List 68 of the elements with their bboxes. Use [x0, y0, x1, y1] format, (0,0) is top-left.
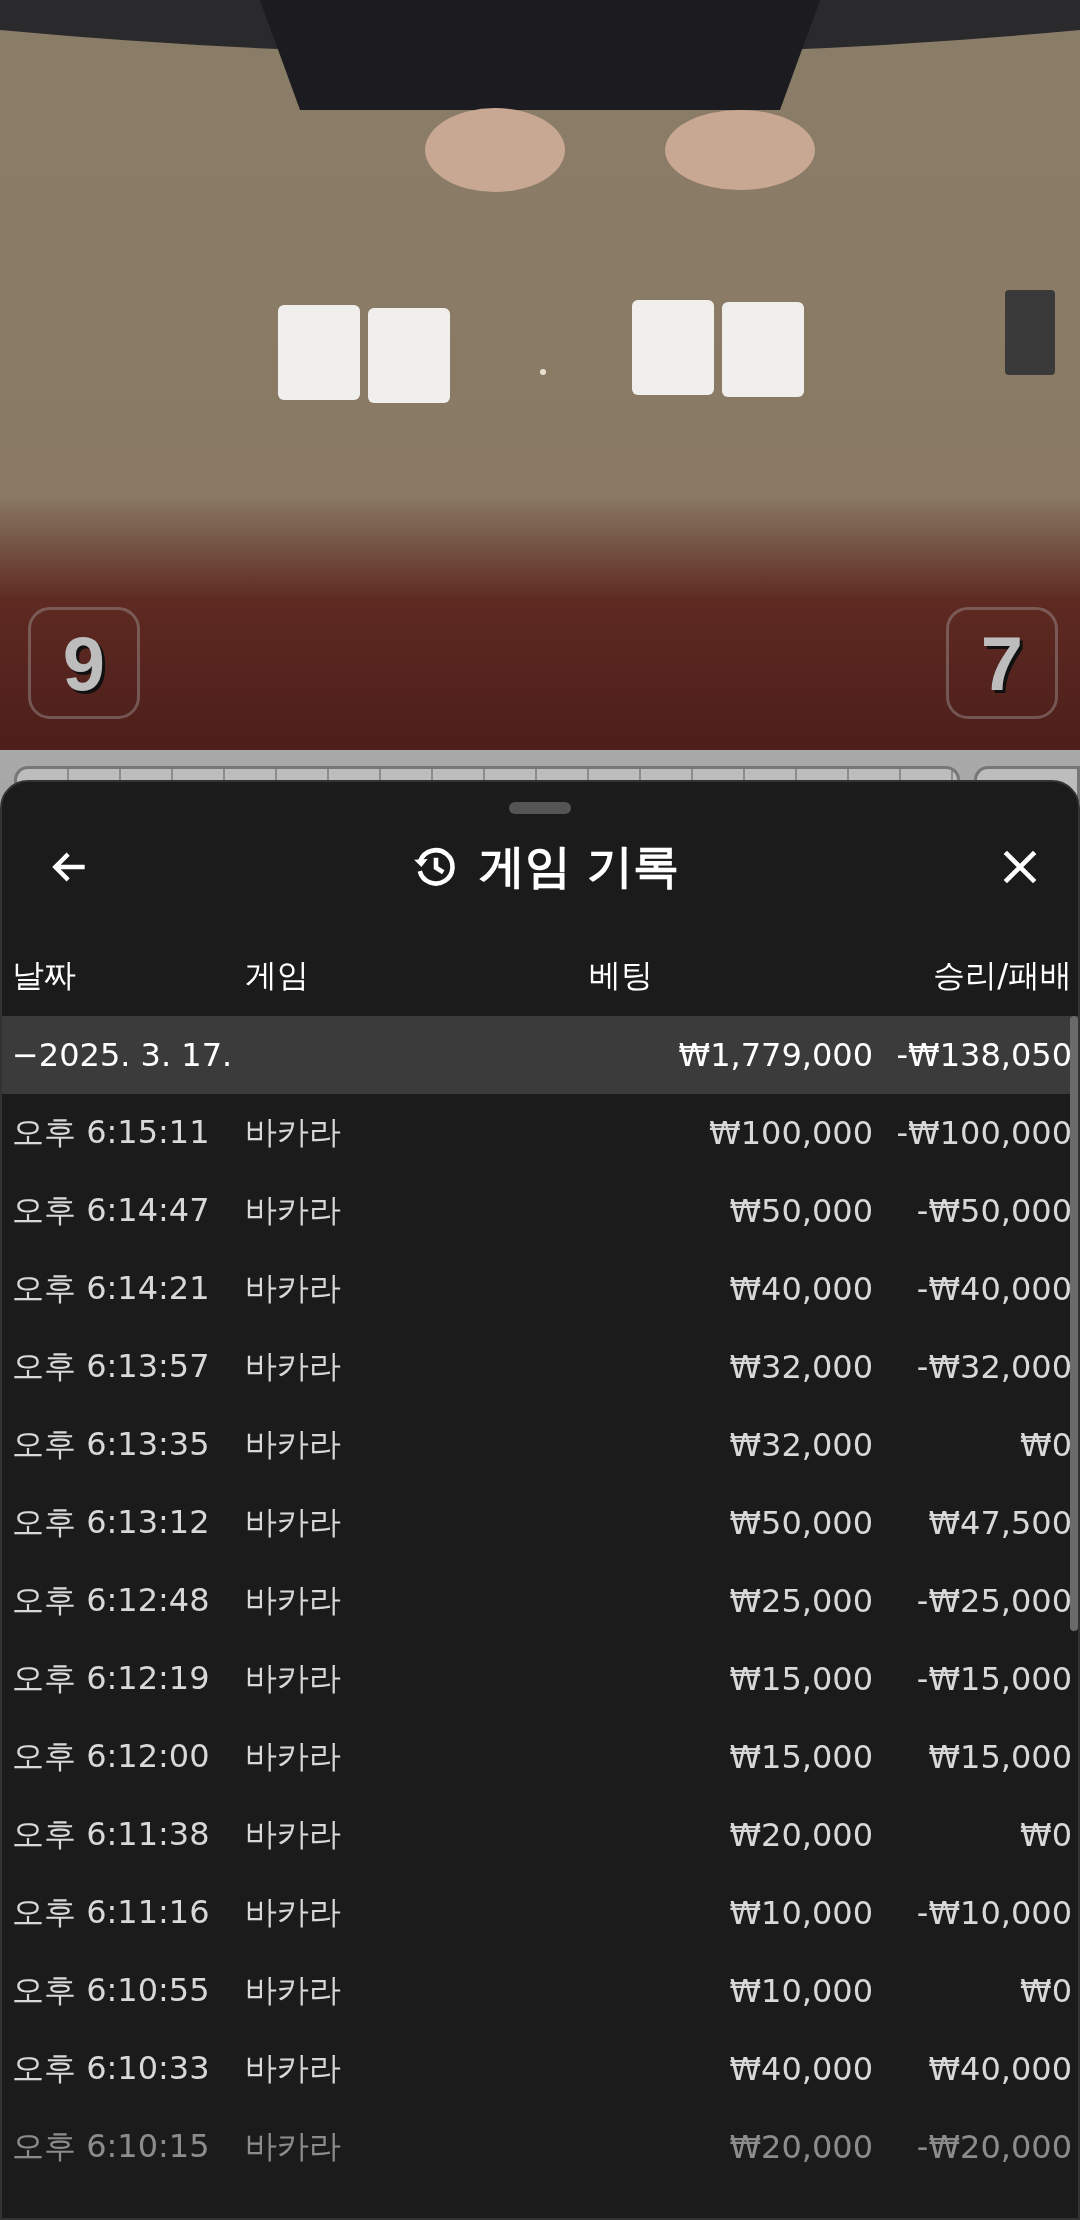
table-cell-text: ₩0 [1019, 1972, 1072, 2010]
table-cell-text: ₩40,000 [927, 2050, 1072, 2088]
table-cell-text: ₩50,000 [728, 1192, 873, 1230]
table-cell-text: 오후 6:11:16 [12, 1892, 211, 1933]
table-cell-text: 오후 6:10:33 [12, 2048, 211, 2089]
table-cell-text: ₩15,000 [728, 1660, 873, 1698]
table-cell-text: 오후 6:12:48 [12, 1580, 211, 1621]
table-cell-text: ₩25,000 [728, 1582, 873, 1620]
table-cell-text: 오후 6:11:38 [12, 1814, 211, 1855]
table-cell-text: 바카라 [245, 2126, 342, 2167]
table-cell-text: ₩1,779,000 [677, 1036, 873, 1074]
table-cell-text: ₩32,000 [728, 1426, 873, 1464]
table-cell-text: 바카라 [245, 1112, 342, 1153]
table-cell-text: ₩40,000 [728, 1270, 873, 1308]
table-cell-text: ₩15,000 [728, 1738, 873, 1776]
table-cell-text: 오후 6:10:55 [12, 1970, 211, 2011]
table-cell-text: ₩100,000 [708, 1114, 873, 1152]
table-cell-text: 바카라 [245, 1970, 342, 2011]
table-cell-text: ₩32,000 [728, 1348, 873, 1386]
column-header: 날짜 [12, 955, 77, 996]
table-cell-text: 오후 6:12:00 [12, 1736, 211, 1777]
table-cell-text: 바카라 [245, 1268, 342, 1309]
table-cell-text: 오후 6:12:19 [12, 1658, 211, 1699]
table-cell-text: -₩100,000 [895, 1114, 1072, 1152]
table-cell-text: ₩50,000 [728, 1504, 873, 1542]
table-cell-text: 바카라 [245, 1346, 342, 1387]
table-cell-text: ₩47,500 [927, 1504, 1072, 1542]
table-cell-text: 바카라 [245, 1658, 342, 1699]
table-cell-text: ₩20,000 [728, 2128, 873, 2166]
table-cell-text: 오후 6:13:12 [12, 1502, 211, 1543]
table-cell-text: 바카라 [245, 1892, 342, 1933]
table-cell-text: ₩10,000 [728, 1894, 873, 1932]
column-header: 승리/패배 [932, 955, 1072, 996]
table-cell-text: -₩32,000 [915, 1348, 1072, 1386]
table-cell-text: 바카라 [245, 1190, 342, 1231]
table-cell-text: ₩0 [1019, 1816, 1072, 1854]
table-cell-text: ₩20,000 [728, 1816, 873, 1854]
date-group[interactable]: −2025. 3. 17. [12, 1036, 245, 1074]
table-cell-text: -₩20,000 [915, 2128, 1072, 2166]
score-badge: 7 [946, 607, 1058, 719]
table-cell-text: ₩15,000 [927, 1738, 1072, 1776]
scrollbar[interactable] [1070, 1016, 1078, 1631]
table-cell-text: 바카라 [245, 1502, 342, 1543]
table-cell-text: 바카라 [245, 1814, 342, 1855]
table-cell-text: -₩50,000 [915, 1192, 1072, 1230]
table-cell-text: 오후 6:14:21 [12, 1268, 211, 1309]
column-header: 게임 [245, 955, 310, 996]
table-cell-text: 바카라 [245, 2048, 342, 2089]
table-cell-text: 오후 6:13:35 [12, 1424, 211, 1465]
column-header: 베팅 [588, 955, 653, 996]
table-cell-text: ₩0 [1019, 1426, 1072, 1464]
table-cell-text: -₩138,050 [895, 1036, 1072, 1074]
table-cell-text: 오후 6:14:47 [12, 1190, 211, 1231]
table-cell-text: 오후 6:10:15 [12, 2126, 211, 2167]
table-cell-text: 오후 6:13:57 [12, 1346, 211, 1387]
table-cell-text: -₩10,000 [915, 1894, 1072, 1932]
table-cell-text: -₩40,000 [915, 1270, 1072, 1308]
table-cell-text: -₩15,000 [915, 1660, 1072, 1698]
table-cell-text: ₩10,000 [728, 1972, 873, 2010]
table-cell-text: 오후 6:15:11 [12, 1112, 211, 1153]
table-cell-text: 바카라 [245, 1424, 342, 1465]
table-cell-text: -₩25,000 [915, 1582, 1072, 1620]
table-cell-text: 바카라 [245, 1580, 342, 1621]
table-cell-text: ₩40,000 [728, 2050, 873, 2088]
drag-handle[interactable] [509, 802, 571, 814]
sheet-title: 게임 기록 [479, 838, 679, 895]
table-cell-text: 바카라 [245, 1736, 342, 1777]
score-badge: 9 [28, 607, 140, 719]
